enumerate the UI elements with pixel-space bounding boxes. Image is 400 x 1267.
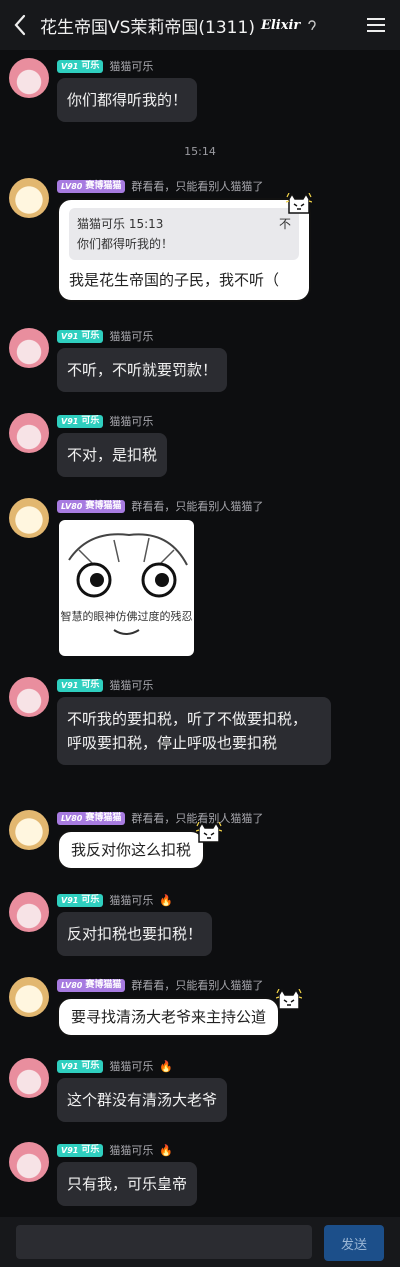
message-bubble[interactable]: 不听我的要扣税，听了不做要扣税，呼吸要扣税，停止呼吸也要扣税: [57, 697, 331, 765]
chevron-left-icon: [14, 14, 26, 36]
cat-face-icon: [196, 822, 222, 843]
avatar[interactable]: [9, 977, 49, 1017]
fire-icon: 🔥: [159, 1143, 174, 1157]
message-text: 我是花生帝国的子民，我不听（: [69, 271, 280, 289]
sender-name: 群看看，只能看别人猫猫了: [131, 979, 264, 992]
level-badge: V91 可乐: [57, 1059, 104, 1073]
cat-face-icon: [286, 193, 312, 214]
fire-icon: 🔥: [159, 1059, 174, 1073]
chat-header: 花生帝国VS茉莉帝国(1311) Elixir: [0, 0, 400, 50]
quote-header: 猫猫可乐 15:13: [77, 217, 164, 231]
message-bubble[interactable]: 我反对你这么扣税: [57, 830, 206, 870]
avatar[interactable]: [9, 1142, 49, 1182]
quoted-message[interactable]: 猫猫可乐 15:13 不 你们都得听我的！: [69, 208, 299, 260]
sender-name: 群看看，只能看别人猫猫了: [131, 500, 264, 513]
send-button[interactable]: 发送: [324, 1225, 384, 1261]
quote-close: 不: [278, 217, 291, 231]
level-badge: V91 可乐: [57, 329, 104, 343]
back-button[interactable]: [0, 0, 40, 50]
sticker-caption: 智慧的眼神仿佛过度的残忍: [60, 610, 193, 623]
level-badge: LV80 赛博猫猫: [57, 978, 126, 992]
avatar[interactable]: [9, 498, 49, 538]
level-badge: LV80 赛博猫猫: [57, 179, 126, 193]
message-list[interactable]: V91 可乐 猫猫可乐 你们都得听我的！ 15:14 LV80 赛博猫猫 群看看，只…: [0, 50, 400, 1217]
level-badge: V91 可乐: [57, 678, 104, 692]
level-badge: V91 可乐: [57, 893, 104, 907]
message-bubble[interactable]: 猫猫可乐 15:13 不 你们都得听我的！ 我是花生帝国的子民，我不听（: [57, 198, 311, 302]
ear-icon: [308, 20, 316, 31]
avatar[interactable]: [9, 58, 49, 98]
sender-name: 猫猫可乐: [109, 1144, 154, 1157]
quote-text: 你们都得听我的！: [77, 237, 174, 251]
hamburger-icon: [367, 18, 385, 32]
message-input[interactable]: [16, 1225, 312, 1259]
sender-name: 群看看，只能看别人猫猫了: [131, 180, 264, 193]
avatar[interactable]: [9, 810, 49, 850]
sender-name: 猫猫可乐: [109, 1060, 154, 1073]
message-bubble[interactable]: 不听，不听就要罚款！: [57, 348, 228, 392]
avatar[interactable]: [9, 178, 49, 218]
level-badge: V91 可乐: [57, 414, 104, 428]
message-bubble[interactable]: 你们都得听我的！: [57, 78, 198, 122]
sender-name: 猫猫可乐: [109, 679, 154, 692]
timestamp: 15:14: [184, 145, 216, 158]
avatar[interactable]: [9, 677, 49, 717]
fire-icon: 🔥: [159, 893, 174, 907]
sender-name: 猫猫可乐: [109, 330, 154, 343]
message-bubble[interactable]: 要寻找清汤大老爷来主持公道: [57, 997, 281, 1037]
meme-face-icon: [68, 533, 188, 635]
message-bubble[interactable]: 只有我，可乐皇帝: [57, 1162, 198, 1206]
message-bubble[interactable]: 不对，是扣税: [57, 433, 168, 477]
cat-face-icon: [276, 989, 302, 1010]
sticker-image[interactable]: 智慧的眼神仿佛过度的残忍: [59, 520, 194, 656]
level-badge: V91 可乐: [57, 1143, 104, 1157]
menu-button[interactable]: [352, 0, 400, 50]
level-badge: V91 可乐: [57, 59, 104, 73]
level-badge: LV80 赛博猫猫: [57, 811, 126, 825]
brand-logo: Elixir: [260, 17, 301, 33]
avatar[interactable]: [9, 328, 49, 368]
avatar[interactable]: [9, 892, 49, 932]
input-bar: 发送: [0, 1217, 400, 1267]
sender-name: 猫猫可乐: [109, 415, 154, 428]
message-bubble[interactable]: 这个群没有清汤大老爷: [57, 1078, 228, 1122]
message-bubble[interactable]: 反对扣税也要扣税！: [57, 912, 213, 956]
level-badge: LV80 赛博猫猫: [57, 499, 126, 513]
avatar[interactable]: [9, 1058, 49, 1098]
sender-name: 猫猫可乐: [109, 60, 154, 73]
sender-name: 猫猫可乐: [109, 894, 154, 907]
avatar[interactable]: [9, 413, 49, 453]
chat-title: 花生帝国VS茉莉帝国(1311): [40, 17, 255, 38]
